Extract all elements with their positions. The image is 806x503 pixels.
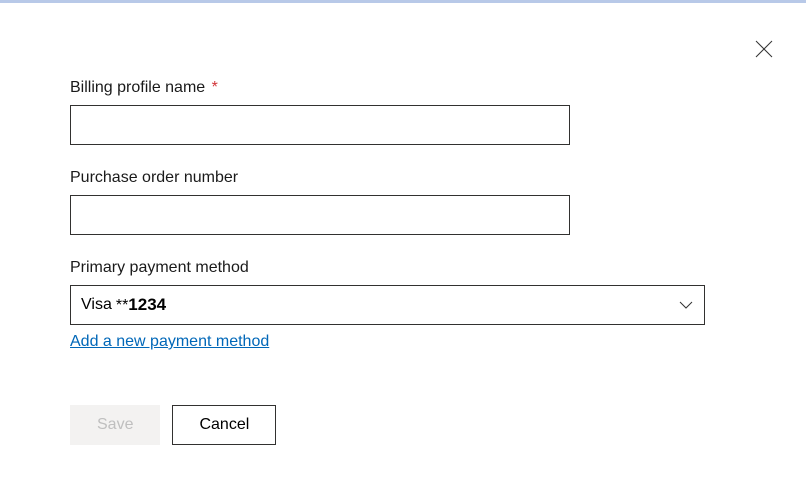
save-button[interactable]: Save <box>70 405 160 445</box>
payment-method-select-wrapper: Visa **1234 <box>70 285 705 325</box>
button-row: Save Cancel <box>70 405 736 445</box>
close-icon <box>755 40 773 58</box>
billing-profile-form: Billing profile name * Purchase order nu… <box>0 3 806 445</box>
payment-method-group: Primary payment method Visa **1234 Add a… <box>70 259 736 351</box>
billing-profile-name-label: Billing profile name * <box>70 79 736 97</box>
purchase-order-group: Purchase order number <box>70 169 736 235</box>
card-type: Visa <box>81 296 112 314</box>
purchase-order-label: Purchase order number <box>70 169 736 187</box>
purchase-order-input[interactable] <box>70 195 570 235</box>
required-asterisk: * <box>212 79 218 96</box>
label-text: Billing profile name <box>70 79 205 96</box>
billing-profile-name-input[interactable] <box>70 105 570 145</box>
billing-profile-name-group: Billing profile name * <box>70 79 736 145</box>
payment-method-select[interactable]: Visa **1234 <box>70 285 705 325</box>
card-mask: **1234 <box>116 295 166 315</box>
cancel-button[interactable]: Cancel <box>172 405 276 445</box>
close-button[interactable] <box>754 39 774 59</box>
card-last4: 1234 <box>128 295 166 314</box>
add-payment-method-link[interactable]: Add a new payment method <box>70 333 269 351</box>
payment-method-label: Primary payment method <box>70 259 736 277</box>
